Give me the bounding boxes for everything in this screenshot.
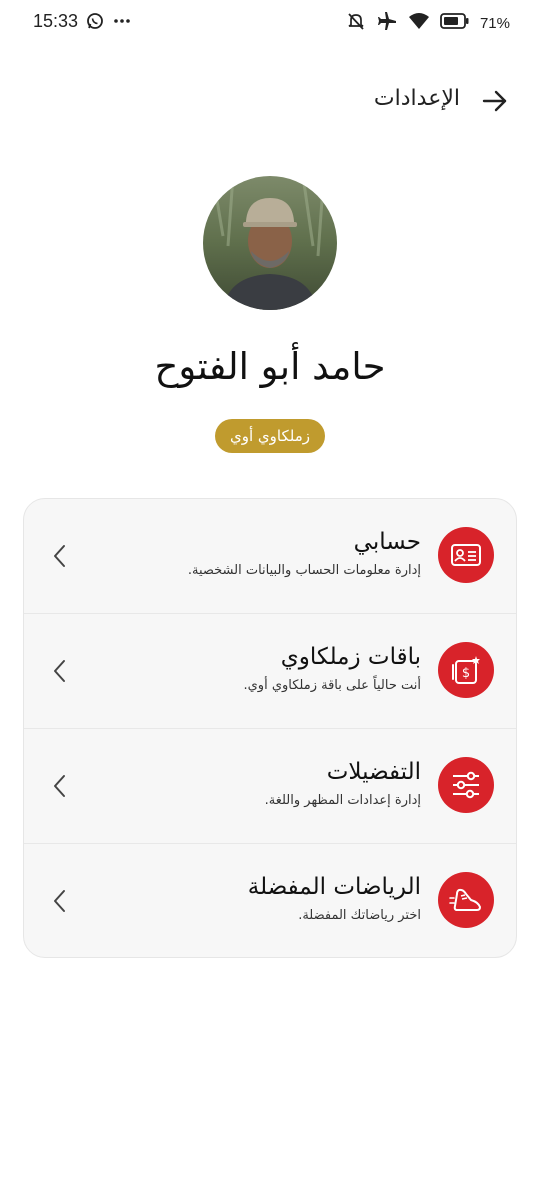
chevron-left-icon (50, 886, 70, 916)
menu-item-title: التفضيلات (326, 759, 421, 785)
menu-item-title: باقات زملكاوي (280, 644, 421, 670)
sneaker-icon (438, 872, 494, 928)
chevron-left-icon (50, 771, 70, 801)
page-title: الإعدادات (373, 86, 460, 111)
mute-icon (346, 11, 366, 35)
menu-item-favorite-sports[interactable]: الرياضات المفضلة اختر رياضاتك المفضلة. (24, 844, 516, 957)
more-dots-icon (112, 12, 132, 34)
menu-item-account[interactable]: حسابي إدارة معلومات الحساب والبيانات الش… (24, 499, 516, 614)
menu-item-subtitle: أنت حالياً على باقة زملكاوي أوي. (243, 678, 422, 693)
chevron-left-icon (50, 656, 70, 686)
whatsapp-icon (86, 12, 104, 34)
settings-menu: حسابي إدارة معلومات الحساب والبيانات الش… (23, 498, 517, 958)
menu-item-preferences[interactable]: التفضيلات إدارة إعدادات المظهر واللغة. (24, 729, 516, 844)
id-card-icon (438, 527, 494, 583)
arrow-right-icon[interactable] (480, 86, 510, 116)
menu-item-subtitle: اختر رياضاتك المفضلة. (298, 908, 421, 923)
svg-text:$: $ (462, 666, 470, 681)
menu-item-subtitle: إدارة إعدادات المظهر واللغة. (264, 793, 421, 808)
battery-icon (440, 13, 470, 33)
wifi-icon (408, 12, 430, 34)
chevron-left-icon (50, 541, 70, 571)
header: الإعدادات (0, 78, 540, 122)
profile-name: حامد أبو الفتوح (154, 345, 386, 388)
status-badge: زملكاوي أوي (215, 419, 325, 453)
status-time: 15:33 (33, 11, 79, 31)
avatar (203, 176, 337, 310)
status-bar: 15:33 71% (0, 0, 540, 44)
menu-item-subscriptions[interactable]: $ باقات زملكاوي أنت حالياً على باقة زملك… (24, 614, 516, 729)
menu-item-title: الرياضات المفضلة (247, 874, 421, 900)
subscription-icon: $ (438, 642, 494, 698)
battery-percent: 71% (479, 14, 510, 32)
airplane-icon (376, 11, 398, 35)
menu-item-subtitle: إدارة معلومات الحساب والبيانات الشخصية. (187, 563, 421, 578)
sliders-icon (438, 757, 494, 813)
menu-item-title: حسابي (353, 529, 421, 555)
